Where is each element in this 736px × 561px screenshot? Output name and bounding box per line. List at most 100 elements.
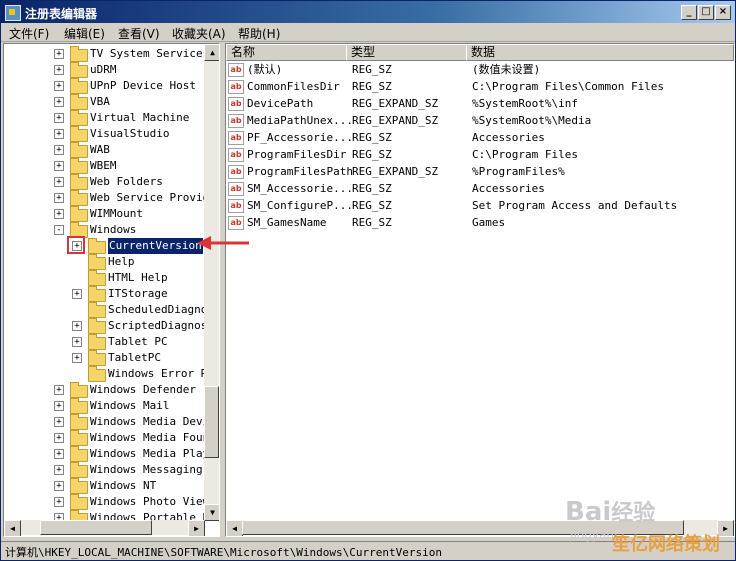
tree-item-label[interactable]: Windows Defender (90, 382, 196, 398)
value-row[interactable]: ab (默认) REG_SZ (数值未设置) (228, 61, 728, 78)
scroll-up-button[interactable]: ▲ (204, 44, 219, 61)
expand-icon[interactable]: + (54, 97, 64, 107)
tree-item[interactable]: + WIMMount (4, 206, 204, 222)
value-row[interactable]: ab SM_ConfigureP... REG_SZ Set Program Acce… (228, 197, 728, 214)
values-scroll-left-button[interactable]: ◀ (226, 520, 243, 536)
column-type[interactable]: 类型 (346, 44, 467, 61)
tree-item-label[interactable]: Tablet PC (108, 334, 168, 350)
expand-icon[interactable]: + (54, 433, 64, 443)
tree-item[interactable]: + Web Service Provide (4, 190, 216, 206)
tree-item[interactable]: Help (4, 254, 204, 270)
tree-item[interactable]: + uDRM (4, 62, 204, 78)
close-button[interactable]: × (715, 5, 731, 20)
tree-item-label[interactable]: Windows Photo Viewe (90, 494, 216, 510)
tree-item-label[interactable]: Web Folders (90, 174, 163, 190)
collapse-icon[interactable]: - (54, 225, 64, 235)
tree-item-label[interactable]: CurrentVersion (108, 238, 203, 254)
tree-item[interactable]: + Windows NT (4, 478, 204, 494)
tree-item-label[interactable]: TV System Services (90, 46, 209, 62)
menu-help[interactable]: 帮助(H) (238, 25, 280, 42)
tree-item[interactable]: + UPnP Device Host (4, 78, 204, 94)
tree-item-label[interactable]: Web Service Provide (90, 190, 216, 206)
scroll-left-button[interactable]: ◀ (4, 520, 21, 536)
expand-icon[interactable]: + (54, 145, 64, 155)
tree-item[interactable]: + Windows Messaging S (4, 462, 216, 478)
tree-item[interactable]: + Windows Defender (4, 382, 204, 398)
expand-icon[interactable]: + (54, 49, 64, 59)
tree-item-label[interactable]: Windows Error Re (108, 366, 214, 382)
menu-view[interactable]: 查看(V) (118, 25, 160, 42)
expand-icon[interactable]: + (72, 289, 82, 299)
tree-item[interactable]: + TV System Services (4, 46, 209, 62)
tree-item[interactable]: + TabletPC (4, 350, 204, 366)
tree-item[interactable]: + Windows Mail (4, 398, 204, 414)
value-row[interactable]: ab PF_Accessorie... REG_SZ Accessories (228, 129, 728, 146)
expand-icon[interactable]: + (54, 81, 64, 91)
expand-icon[interactable]: + (54, 385, 64, 395)
tree-item-label[interactable]: Windows NT (90, 478, 156, 494)
tree-item-label[interactable]: TabletPC (108, 350, 161, 366)
expand-icon[interactable]: + (54, 401, 64, 411)
tree-item[interactable]: + WAB (4, 142, 204, 158)
tree-item-label[interactable]: uDRM (90, 62, 117, 78)
expand-icon[interactable]: + (54, 113, 64, 123)
scroll-thumb[interactable] (204, 386, 219, 458)
tree-item-label[interactable]: Windows Media Devic (90, 414, 216, 430)
tree-item[interactable]: + VBA (4, 94, 204, 110)
expand-icon[interactable]: + (72, 321, 82, 331)
tree-item[interactable]: ScheduledDiagnos (4, 302, 214, 318)
value-row[interactable]: ab ProgramFilesPath REG_EXPAND_SZ %ProgramF… (228, 163, 728, 180)
expand-icon[interactable]: + (72, 353, 82, 363)
tree-item[interactable]: + Windows Media Devic (4, 414, 216, 430)
column-data[interactable]: 数据 (466, 44, 734, 61)
tree-vertical-scrollbar[interactable]: ▲ ▼ (204, 44, 219, 521)
expand-icon[interactable]: + (54, 417, 64, 427)
expand-icon[interactable]: + (54, 449, 64, 459)
value-row[interactable]: ab DevicePath REG_EXPAND_SZ %SystemRoot%\in… (228, 95, 728, 112)
menu-edit[interactable]: 编辑(E) (64, 25, 105, 42)
tree-item-label[interactable]: ScheduledDiagnos (108, 302, 214, 318)
tree-item-label[interactable]: HTML Help (108, 270, 168, 286)
value-row[interactable]: ab SM_Accessorie... REG_SZ Accessories (228, 180, 728, 197)
tree-item[interactable]: + ScriptedDiagnost (4, 318, 214, 334)
menu-file[interactable]: 文件(F) (9, 25, 49, 42)
expand-icon[interactable]: + (54, 177, 64, 187)
tree-item[interactable]: - Windows (4, 222, 204, 238)
scroll-down-button[interactable]: ▼ (204, 504, 219, 521)
tree-item-label[interactable]: VBA (90, 94, 110, 110)
tree-item[interactable]: HTML Help (4, 270, 204, 286)
tree-item-label[interactable]: ITStorage (108, 286, 168, 302)
tree-item[interactable]: + Virtual Machine (4, 110, 204, 126)
menu-favorites[interactable]: 收藏夹(A) (172, 25, 226, 42)
expand-icon[interactable]: + (54, 497, 64, 507)
tree-item[interactable]: + Windows Photo Viewe (4, 494, 216, 510)
value-row[interactable]: ab CommonFilesDir REG_SZ C:\Program Files\C… (228, 78, 728, 95)
tree-item-label[interactable]: ScriptedDiagnost (108, 318, 214, 334)
tree-item-label[interactable]: Windows Mail (90, 398, 169, 414)
tree-item[interactable]: Windows Error Re (4, 366, 214, 382)
scroll-right-button[interactable]: ▶ (188, 520, 205, 536)
tree-item[interactable]: + Windows Media Playe (4, 446, 216, 462)
expand-icon[interactable]: + (54, 65, 64, 75)
value-row[interactable]: ab SM_GamesName REG_SZ Games (228, 214, 728, 231)
expand-icon[interactable]: + (72, 337, 82, 347)
tree-item-label[interactable]: WBEM (90, 158, 117, 174)
tree-item-label[interactable]: Windows Media Playe (90, 446, 216, 462)
expand-icon[interactable]: + (54, 465, 64, 475)
title-bar[interactable]: 注册表编辑器 _ □ × (1, 1, 735, 23)
tree-item[interactable]: + CurrentVersion (4, 238, 204, 254)
tree-horizontal-scrollbar[interactable]: ◀ ▶ (4, 520, 205, 536)
tree-item-label[interactable]: WIMMount (90, 206, 143, 222)
column-name[interactable]: 名称 (226, 44, 347, 61)
expand-icon[interactable]: + (54, 161, 64, 171)
tree-item[interactable]: + WBEM (4, 158, 204, 174)
expand-icon[interactable]: + (54, 193, 64, 203)
tree-item-label[interactable]: Windows Messaging S (90, 462, 216, 478)
value-row[interactable]: ab ProgramFilesDir REG_SZ C:\Program Files (228, 146, 728, 163)
tree-item-label[interactable]: Windows Media Found (90, 430, 216, 446)
maximize-button[interactable]: □ (698, 5, 714, 20)
tree-item[interactable]: + Windows Media Found (4, 430, 216, 446)
tree-item[interactable]: + VisualStudio (4, 126, 204, 142)
value-list-pane[interactable]: 名称 类型 数据 ab (默认) REG_SZ (数值未设置) ab CommonFile… (225, 43, 735, 537)
tree-item-label[interactable]: Help (108, 254, 135, 270)
